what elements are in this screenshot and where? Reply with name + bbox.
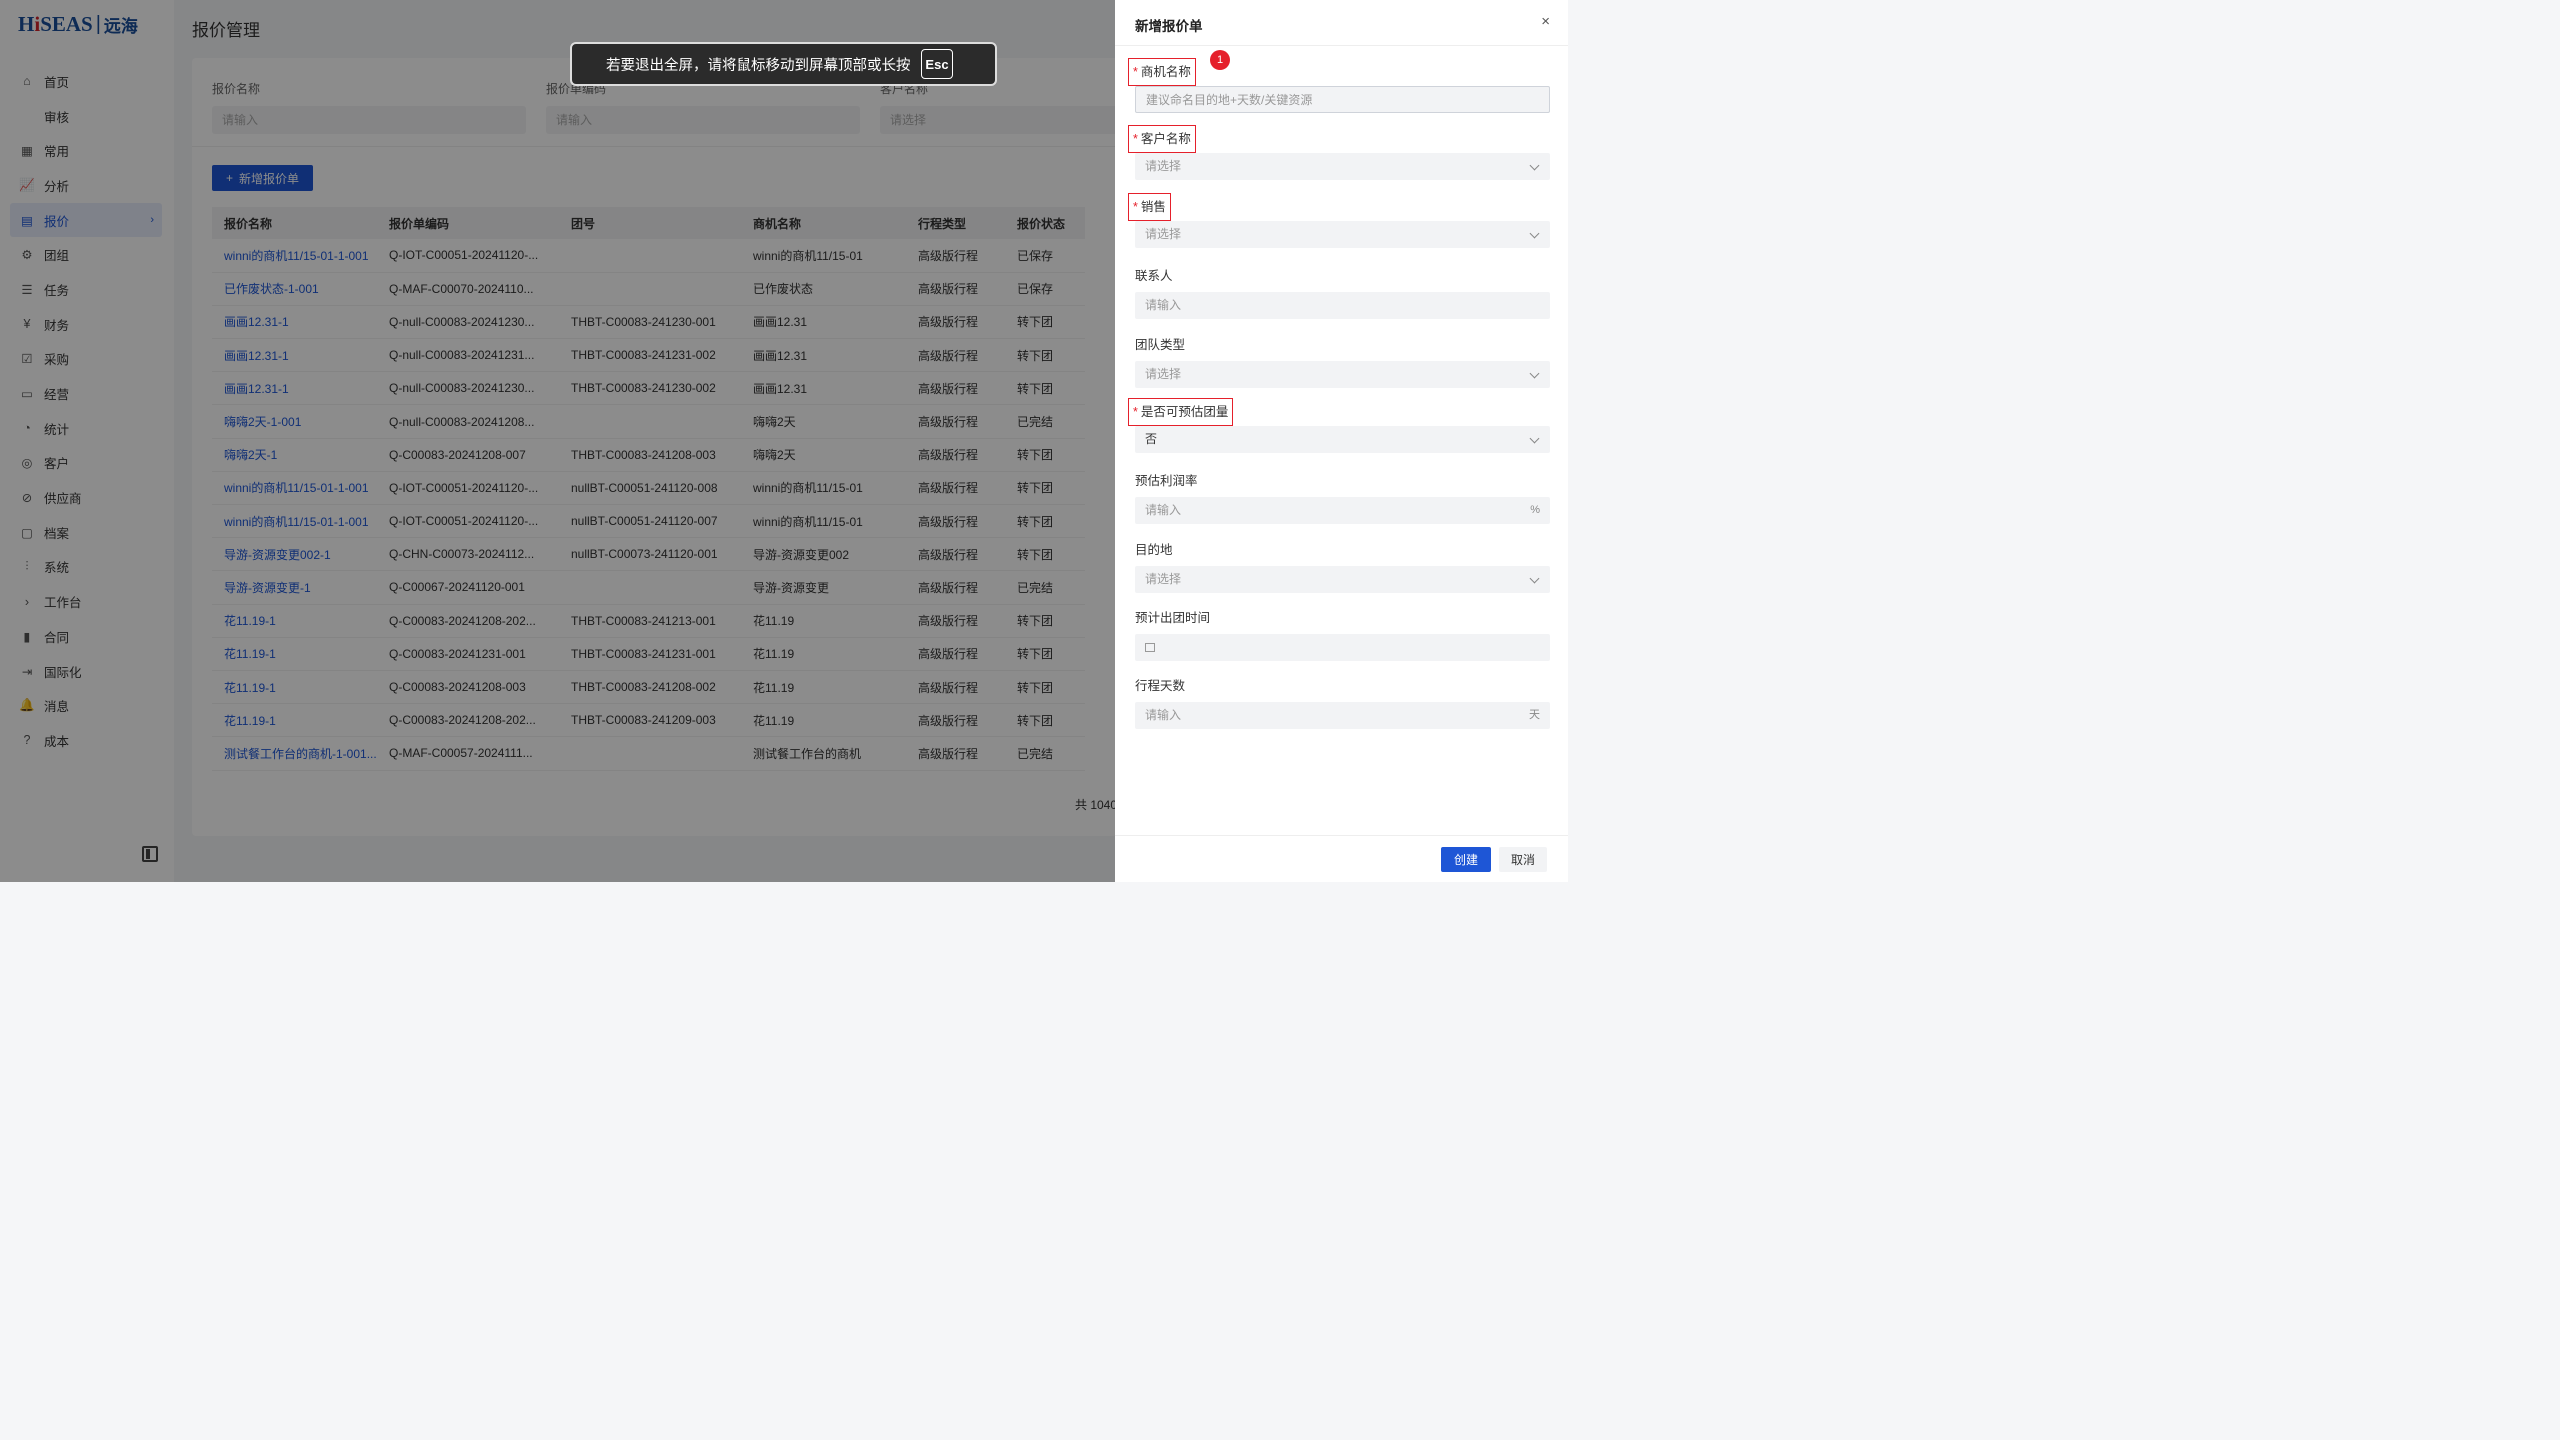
required-marker: *	[1133, 405, 1138, 419]
field-label-text: 商机名称	[1140, 65, 1191, 79]
form-item: 团队类型 请选择	[1135, 335, 1550, 388]
select-field[interactable]: 否	[1135, 426, 1550, 453]
field-value: 请输入	[1145, 708, 1182, 722]
form-item: * 客户名称请选择	[1128, 125, 1550, 180]
form-item: * 商机名称建议命名目的地+天数/关键资源	[1128, 58, 1550, 113]
field-label-text: 销售	[1140, 200, 1166, 214]
drawer-title: 新增报价单	[1135, 19, 1203, 34]
form-item: 联系人请输入	[1135, 266, 1550, 319]
close-icon[interactable]: ×	[1541, 13, 1550, 30]
required-marker: *	[1133, 65, 1138, 79]
required-marker: *	[1133, 200, 1138, 214]
field-label: 团队类型	[1135, 335, 1185, 355]
field-value: 请输入	[1145, 503, 1182, 517]
form-item: 预计出团时间	[1135, 608, 1550, 661]
select-field[interactable]: 请选择	[1135, 221, 1550, 248]
chevron-down-icon	[1529, 433, 1540, 444]
toast-message: 若要退出全屏，请将鼠标移动到屏幕顶部或长按	[606, 57, 911, 74]
field-label-text: 联系人	[1135, 269, 1173, 283]
chevron-down-icon	[1529, 368, 1540, 379]
field-label: * 客户名称	[1128, 125, 1196, 153]
new-quote-drawer: 新增报价单 × 1 * 商机名称 建议命名目的地+天数/关键资源 * 客户名称 请选择 * 销…	[1115, 0, 1568, 882]
field-label: 行程天数	[1135, 676, 1185, 696]
required-marker: *	[1133, 132, 1138, 146]
field-suffix: %	[1530, 504, 1540, 516]
field-label: 目的地	[1135, 540, 1173, 560]
esc-key-badge: Esc	[921, 49, 953, 79]
select-field[interactable]: 请选择	[1135, 153, 1550, 180]
form-item: * 是否可预估团量否	[1128, 398, 1550, 453]
input-field[interactable]: 建议命名目的地+天数/关键资源	[1135, 86, 1550, 113]
create-button[interactable]: 创建	[1441, 847, 1491, 872]
field-label: * 销售	[1128, 193, 1171, 221]
field-label: 预估利润率	[1135, 471, 1198, 491]
field-suffix: 天	[1529, 709, 1540, 721]
form-item: * 销售请选择	[1128, 193, 1550, 248]
form-item: 行程天数请输入 天	[1135, 676, 1550, 729]
cancel-button[interactable]: 取消	[1499, 847, 1547, 872]
field-label: 联系人	[1135, 266, 1173, 286]
field-label: 预计出团时间	[1135, 608, 1210, 628]
field-value: 建议命名目的地+天数/关键资源	[1146, 93, 1313, 107]
field-value: 请选择	[1145, 227, 1182, 241]
field-label-text: 客户名称	[1140, 132, 1191, 146]
drawer-header: 新增报价单 ×	[1115, 0, 1568, 46]
field-label-text: 团队类型	[1135, 338, 1186, 352]
chevron-down-icon	[1529, 573, 1540, 584]
date-picker[interactable]	[1135, 634, 1550, 661]
fullscreen-toast: 若要退出全屏，请将鼠标移动到屏幕顶部或长按 Esc	[570, 42, 997, 86]
field-label-text: 行程天数	[1135, 679, 1186, 693]
field-value: 否	[1145, 432, 1158, 446]
field-value: 请选择	[1145, 572, 1182, 586]
input-field[interactable]: 请输入 天	[1135, 702, 1550, 729]
form-item: 预估利润率请输入%	[1135, 471, 1550, 524]
field-label-text: 目的地	[1135, 543, 1173, 557]
field-label-text: 预估利润率	[1135, 474, 1198, 488]
chevron-down-icon	[1529, 228, 1540, 239]
select-field[interactable]: 请选择	[1135, 566, 1550, 593]
field-label-text: 是否可预估团量	[1140, 405, 1229, 419]
drawer-footer: 创建 取消	[1115, 835, 1568, 882]
input-field[interactable]: 请输入	[1135, 292, 1550, 319]
field-label: * 是否可预估团量	[1128, 398, 1234, 426]
chevron-down-icon	[1529, 160, 1540, 171]
form-item: 目的地请选择	[1135, 540, 1550, 593]
field-value: 请选择	[1145, 367, 1182, 381]
calendar-icon	[1145, 643, 1155, 652]
select-field[interactable]: 请选择	[1135, 361, 1550, 388]
modal-mask[interactable]	[0, 0, 1115, 882]
field-value: 请输入	[1145, 298, 1182, 312]
input-field[interactable]: 请输入%	[1135, 497, 1550, 524]
field-value: 请选择	[1145, 159, 1182, 173]
field-label-text: 预计出团时间	[1135, 611, 1211, 625]
field-label: * 商机名称	[1128, 58, 1196, 86]
